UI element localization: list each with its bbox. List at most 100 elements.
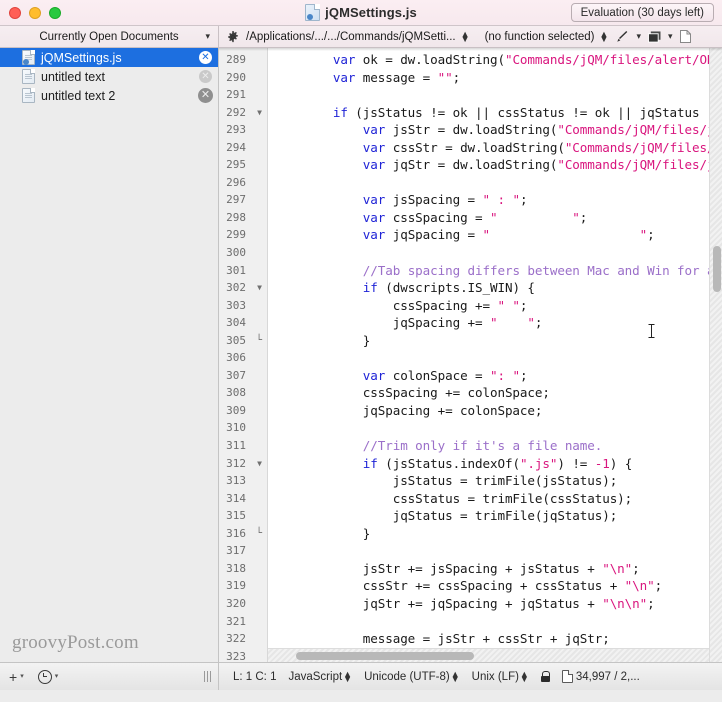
fold-collapse-icon[interactable] (257, 104, 262, 122)
code-line: cssSpacing += colonSpace; (273, 385, 550, 401)
code-line: } (273, 332, 371, 348)
recent-documents-button[interactable]: ▾ (37, 669, 59, 684)
code-line: var message = ""; (332, 69, 461, 85)
line-number: 296 (226, 175, 246, 189)
code-line: var ok = dw.loadString("Commands/jQM/fil… (332, 52, 722, 67)
file-size-info: 34,997 / 2,... (561, 670, 640, 683)
vertical-scrollbar-thumb[interactable] (713, 246, 721, 292)
code-line: //Trim only if it's a file name. (362, 438, 603, 454)
fold-end-icon[interactable] (256, 525, 262, 543)
main-area: jQMSettings.js ✕ untitled text ✕ untitle… (0, 48, 722, 662)
line-number: 320 (226, 596, 246, 610)
line-endings-selector[interactable]: Unix (LF) ▲ ▼ (471, 668, 529, 684)
code-editor[interactable]: 289 290 291 292293 294 295 296 297 298 299 300 301 3… (219, 48, 722, 662)
code-line: jsStr += jsSpacing + jsStatus + "\n"; (273, 560, 640, 576)
code-line: var cssStr = dw.loadString("Commands/jQM… (362, 139, 722, 155)
line-number: 312 (219, 455, 267, 473)
read-only-lock-button[interactable] (540, 671, 551, 682)
code-content[interactable]: var ok = dw.loadString("Commands/jQM/fil… (268, 48, 722, 662)
open-documents-label: Currently Open Documents (39, 30, 179, 43)
document-list-item-1[interactable]: untitled text ✕ (0, 67, 218, 86)
windows-caret-icon[interactable]: ▾ (668, 32, 673, 41)
line-number: 316 (219, 525, 267, 543)
line-number: 319 (226, 579, 246, 593)
line-number: 322 (226, 632, 246, 646)
code-line: var jsSpacing = " : "; (362, 192, 528, 208)
gear-icon[interactable] (227, 30, 239, 43)
line-number: 323 (226, 649, 246, 662)
fold-end-icon[interactable] (256, 332, 262, 350)
pencil-caret-icon[interactable]: ▾ (636, 32, 641, 41)
up-down-stepper-icon[interactable]: ▲ ▼ (461, 29, 470, 43)
line-endings-stepper-icon: ▲ ▼ (519, 668, 529, 684)
document-icon (561, 670, 573, 683)
language-selector[interactable]: JavaScript ▲ ▼ (288, 668, 353, 684)
lock-icon (540, 671, 551, 682)
line-number: 309 (226, 403, 246, 417)
evaluation-badge[interactable]: Evaluation (30 days left) (570, 3, 714, 22)
code-line: if (jsStatus != ok || cssStatus != ok ||… (332, 104, 722, 120)
vertical-scrollbar[interactable] (709, 48, 722, 662)
line-number: 293 (226, 123, 246, 137)
line-number: 317 (226, 544, 246, 558)
resize-grip-icon[interactable] (204, 671, 211, 682)
line-number: 289 (226, 53, 246, 66)
fold-collapse-icon[interactable] (257, 279, 262, 297)
line-endings-label: Unix (LF) (471, 670, 519, 683)
code-line: jqSpacing += " "; (273, 315, 543, 331)
line-number: 306 (226, 351, 246, 365)
function-selector-label[interactable]: (no function selected) (485, 31, 595, 43)
add-document-button[interactable]: + ▾ (9, 670, 24, 684)
status-bar-left: + ▾ ▾ (0, 663, 219, 690)
close-document-icon[interactable]: ✕ (199, 70, 212, 83)
code-line: var jqSpacing = " "; (362, 227, 655, 243)
line-number: 290 (226, 70, 246, 84)
horizontal-scrollbar-thumb[interactable] (296, 652, 474, 660)
pencil-icon[interactable] (615, 30, 629, 43)
plus-icon: + (9, 668, 18, 685)
status-bar-right: L: 1 C: 1 JavaScript ▲ ▼ Unicode (UTF-8) … (219, 663, 722, 690)
open-documents-dropdown[interactable]: Currently Open Documents ▾ (0, 26, 219, 47)
document-list-item-2[interactable]: untitled text 2 ✕ (0, 86, 218, 105)
title-bar: jQMSettings.js Evaluation (30 days left) (0, 0, 722, 26)
code-line: jqSpacing += colonSpace; (273, 402, 543, 418)
history-caret-icon: ▾ (54, 673, 59, 680)
close-document-icon[interactable]: ✕ (199, 51, 212, 64)
line-number: 310 (226, 421, 246, 435)
line-number: 300 (226, 246, 246, 260)
blank-page-icon[interactable] (679, 30, 691, 43)
encoding-selector[interactable]: Unicode (UTF-8) ▲ ▼ (364, 669, 460, 683)
code-line: //Tab spacing differs between Mac and Wi… (362, 262, 722, 278)
document-list-item-0[interactable]: jQMSettings.js ✕ (0, 48, 218, 67)
line-number: 299 (226, 228, 246, 242)
line-number: 302 (219, 279, 267, 297)
function-stepper-icon[interactable]: ▲ ▼ (600, 29, 609, 43)
line-number: 307 (226, 368, 246, 382)
language-stepper-icon: ▲ ▼ (343, 668, 353, 684)
line-number: 315 (226, 509, 246, 523)
document-name: untitled text 2 (41, 88, 116, 103)
cursor-position: L: 1 C: 1 (233, 670, 277, 683)
code-line: jqStr += jqSpacing + jqStatus + "\n\n"; (273, 595, 655, 611)
close-window-button[interactable] (9, 6, 21, 19)
horizontal-scrollbar[interactable] (268, 648, 709, 662)
code-line: var jsStr = dw.loadString("Commands/jQM/… (362, 122, 722, 138)
stacked-windows-icon[interactable] (648, 30, 661, 43)
zoom-window-button[interactable] (49, 6, 61, 19)
watermark: groovyPost.com (12, 632, 139, 653)
line-number: 298 (226, 210, 246, 224)
close-document-icon[interactable]: ✕ (198, 88, 213, 103)
line-number: 321 (226, 614, 246, 628)
line-number: 294 (226, 140, 246, 154)
code-line: var cssSpacing = " "; (362, 209, 588, 225)
minimize-window-button[interactable] (29, 6, 41, 19)
window-title: jQMSettings.js (325, 5, 417, 20)
fold-collapse-icon[interactable] (257, 455, 262, 473)
file-path-label[interactable]: /Applications/.../.../Commands/jQMSetti.… (246, 31, 456, 43)
code-line: if (dwscripts.IS_WIN) { (362, 280, 535, 296)
